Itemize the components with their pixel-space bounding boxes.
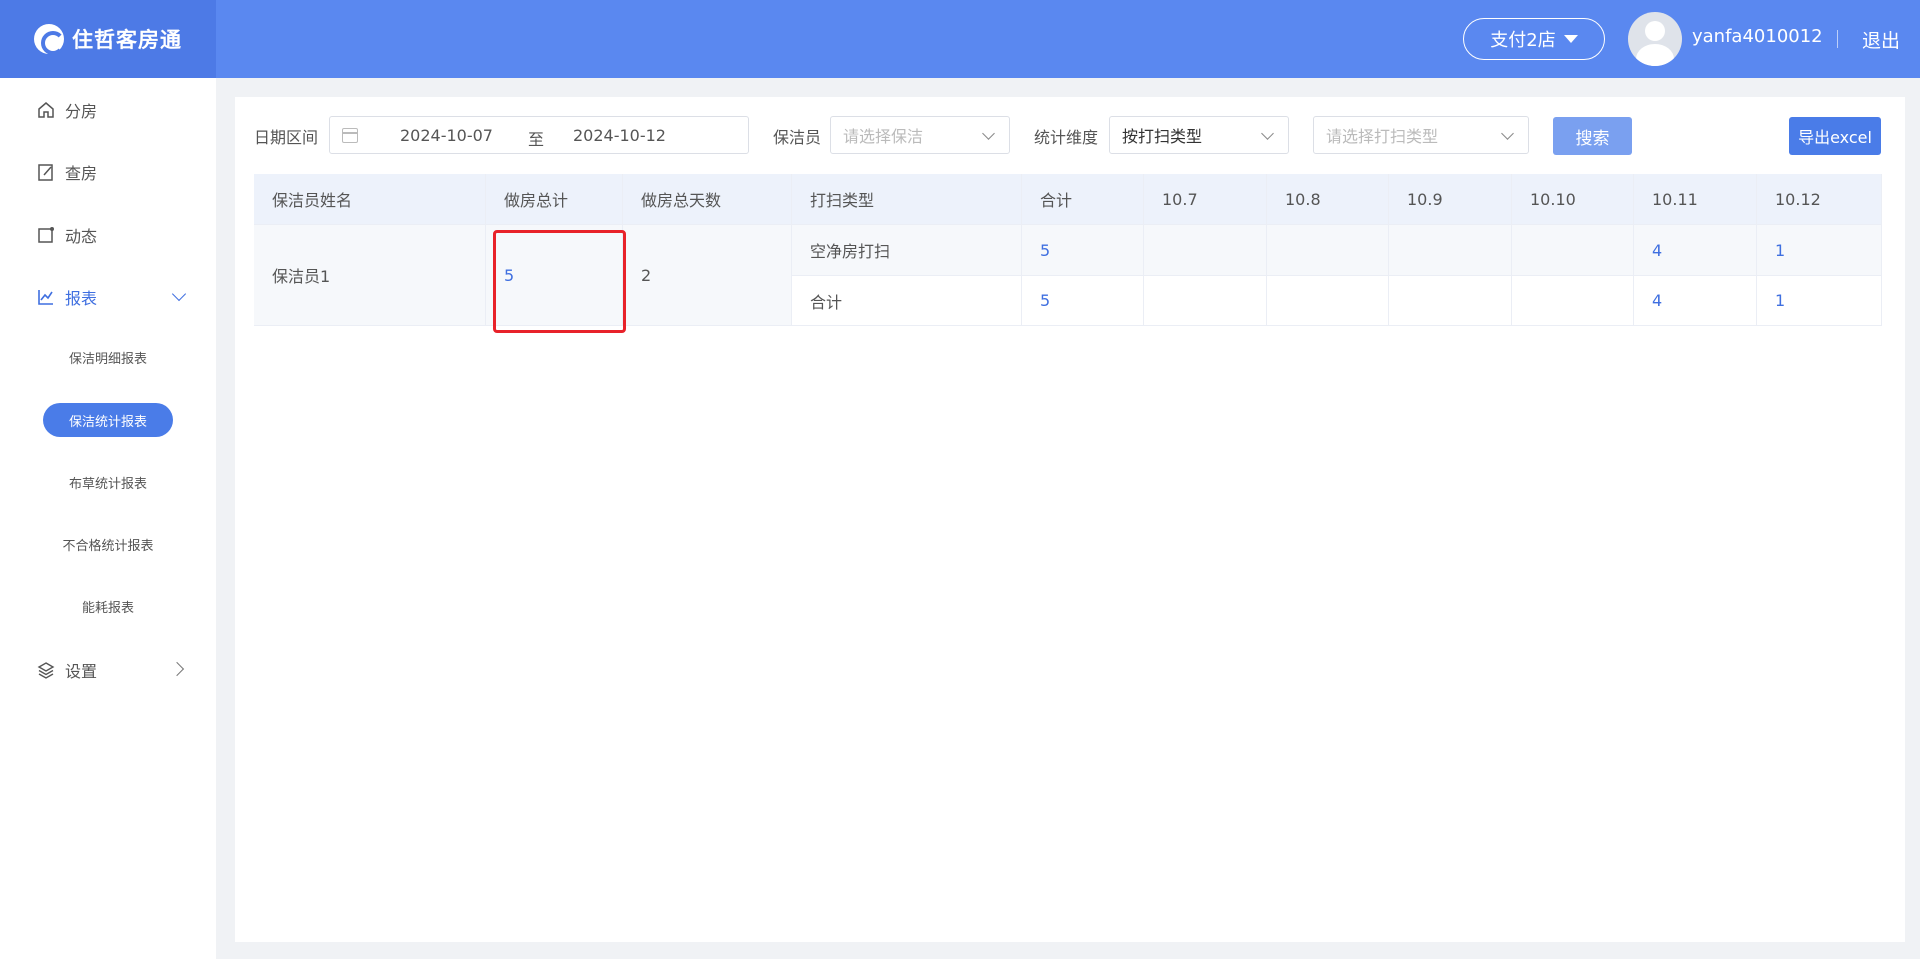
sidebar-item-reports[interactable]: 报表 (36, 285, 97, 309)
column-header-cleaning-type: 打扫类型 (792, 174, 1022, 225)
total-rooms-cell[interactable]: 5 (486, 225, 623, 326)
date-range-label: 日期区间 (254, 128, 319, 147)
search-button[interactable]: 搜索 (1553, 117, 1632, 155)
sidebar-item-label: 设置 (65, 662, 98, 681)
column-header-date: 10.8 (1267, 174, 1389, 225)
cleaning-stats-table: 保洁员姓名 做房总计 做房总天数 打扫类型 合计 10.7 10.8 10.9 … (254, 174, 1882, 326)
sidebar-item-activity[interactable]: 动态 (36, 223, 97, 247)
date-value-cell (1389, 225, 1512, 276)
home-icon (38, 102, 54, 118)
dimension-select-value: 按打扫类型 (1122, 127, 1203, 146)
sidebar-subitem-energy-report[interactable]: 能耗报表 (43, 589, 173, 623)
date-value-cell (1144, 276, 1267, 326)
column-header-total: 合计 (1022, 174, 1144, 225)
store-selector-label: 支付2店 (1490, 30, 1556, 51)
date-value-cell[interactable]: 4 (1634, 225, 1757, 276)
report-panel: 日期区间 2024-10-07 至 2024-10-12 保洁员 请选择保洁 统… (235, 97, 1905, 942)
column-header-date: 10.10 (1512, 174, 1634, 225)
cleaner-select-placeholder: 请选择保洁 (843, 127, 924, 146)
chart-icon (38, 290, 53, 305)
sidebar-item-label: 分房 (65, 102, 98, 121)
total-cell[interactable]: 5 (1022, 276, 1144, 326)
sidebar-subitem-cleaning-stats-report[interactable]: 保洁统计报表 (43, 403, 173, 437)
date-value-cell[interactable]: 4 (1634, 276, 1757, 326)
sidebar-item-label: 报表 (65, 289, 98, 308)
date-value-cell (1512, 276, 1634, 326)
logo-icon (34, 24, 65, 55)
cleaning-type-placeholder: 请选择打扫类型 (1326, 127, 1439, 146)
layers-icon (37, 662, 55, 679)
chevron-down-icon[interactable] (171, 286, 187, 302)
sidebar-item-label: 动态 (65, 227, 98, 246)
logo-area: 住哲客房通 (0, 0, 216, 78)
export-excel-button[interactable]: 导出excel (1789, 117, 1881, 155)
cleaning-type-cell: 空净房打扫 (792, 225, 1022, 276)
calendar-icon (342, 128, 358, 143)
sidebar-item-check-room[interactable]: 查房 (36, 160, 97, 184)
cleaning-type-select[interactable]: 请选择打扫类型 (1313, 116, 1529, 154)
username: yanfa4010012 (1692, 26, 1823, 47)
column-header-date: 10.11 (1634, 174, 1757, 225)
total-cell[interactable]: 5 (1022, 225, 1144, 276)
sidebar-item-label: 查房 (65, 164, 98, 183)
sidebar-subitem-cleaning-detail-report[interactable]: 保洁明细报表 (43, 340, 173, 374)
cleaner-label: 保洁员 (773, 128, 822, 147)
caret-down-icon (1563, 35, 1578, 43)
chevron-down-icon (1261, 127, 1274, 140)
date-end-value[interactable]: 2024-10-12 (573, 126, 666, 145)
date-value-cell (1267, 225, 1389, 276)
logout-link[interactable]: 退出 (1862, 26, 1900, 53)
sidebar-item-assign-room[interactable]: 分房 (36, 98, 97, 122)
chevron-down-icon (1501, 127, 1514, 140)
notification-icon (38, 227, 54, 243)
column-header-total-days: 做房总天数 (623, 174, 792, 225)
header-divider (1837, 30, 1838, 48)
cleaner-name-cell: 保洁员1 (254, 225, 486, 326)
date-value-cell (1144, 225, 1267, 276)
date-value-cell[interactable]: 1 (1757, 276, 1882, 326)
sidebar-subitem-unqualified-stats-report[interactable]: 不合格统计报表 (43, 527, 173, 561)
avatar[interactable] (1628, 12, 1682, 66)
column-header-date: 10.7 (1144, 174, 1267, 225)
sidebar-item-settings[interactable]: 设置 (36, 658, 97, 682)
chevron-right-icon[interactable] (169, 661, 185, 677)
dimension-select[interactable]: 按打扫类型 (1109, 116, 1289, 154)
cleaner-select[interactable]: 请选择保洁 (830, 116, 1010, 154)
column-header-date: 10.12 (1757, 174, 1882, 225)
chevron-down-icon (982, 127, 995, 140)
dimension-label: 统计维度 (1034, 128, 1099, 147)
column-header-date: 10.9 (1389, 174, 1512, 225)
column-header-cleaner-name: 保洁员姓名 (254, 174, 486, 225)
top-header: 住哲客房通 支付2店 yanfa4010012 退出 (0, 0, 1920, 78)
column-header-total-rooms: 做房总计 (486, 174, 623, 225)
date-value-cell (1389, 276, 1512, 326)
date-start-value[interactable]: 2024-10-07 (400, 126, 493, 145)
sidebar-subitem-linen-stats-report[interactable]: 布草统计报表 (43, 465, 173, 499)
date-value-cell[interactable]: 1 (1757, 225, 1882, 276)
date-range-separator: 至 (528, 130, 545, 149)
cleaning-type-cell: 合计 (792, 276, 1022, 326)
date-value-cell (1267, 276, 1389, 326)
edit-icon (38, 164, 53, 181)
store-selector-button[interactable]: 支付2店 (1463, 18, 1605, 60)
total-days-cell: 2 (623, 225, 792, 326)
sidebar: 分房 查房 动态 报表 保洁明细报表 保洁统计报表 布草统计报表 不合格统计报表… (0, 78, 216, 959)
date-range-picker[interactable]: 2024-10-07 至 2024-10-12 (329, 116, 749, 154)
app-name: 住哲客房通 (72, 28, 182, 52)
date-value-cell (1512, 225, 1634, 276)
